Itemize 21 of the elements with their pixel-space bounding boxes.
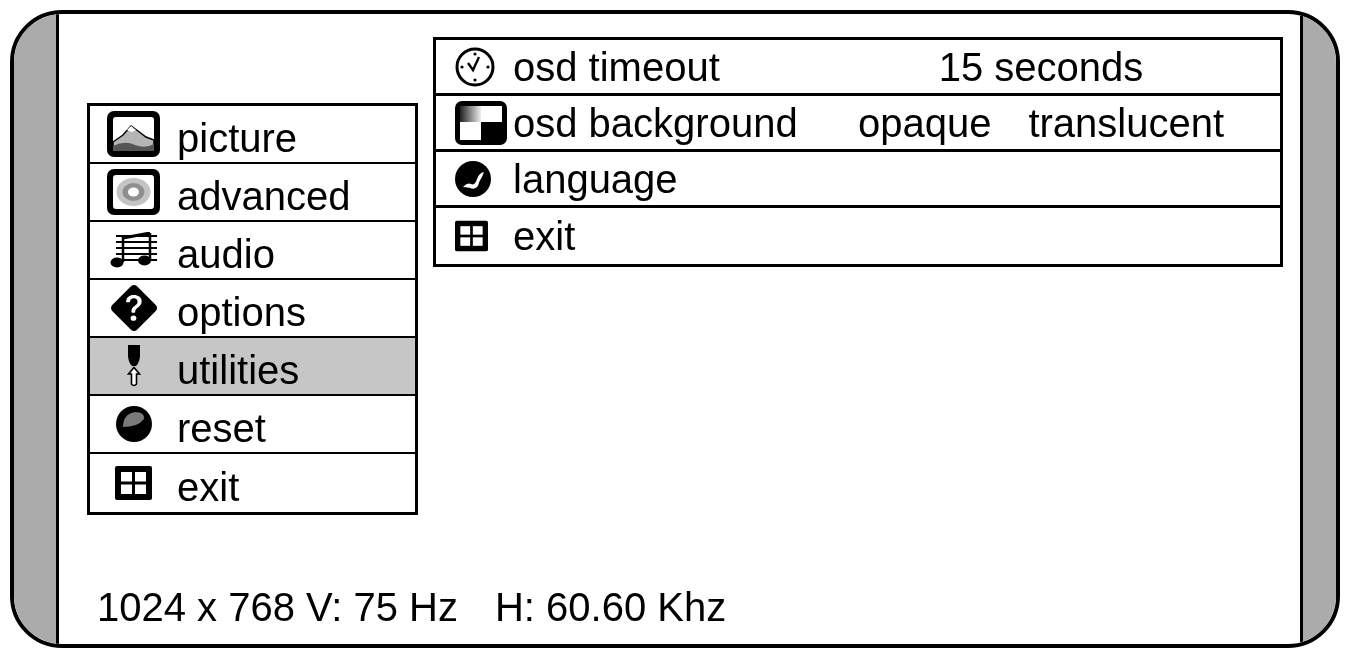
- status-text: 1024 x 768 V: 75 Hz: [97, 587, 458, 627]
- music-notes-icon: [110, 232, 157, 268]
- status-text: H: 60.60 Khz: [495, 587, 727, 627]
- menu-item[interactable]: utilities: [90, 338, 415, 396]
- submenu-item[interactable]: osd background: [436, 96, 853, 149]
- setting-value[interactable]: opaque: [857, 102, 992, 143]
- four-squares-icon: [455, 219, 488, 253]
- mountain-picture-icon: [107, 111, 160, 157]
- four-squares-icon: [115, 466, 152, 500]
- split-screen-icon: [455, 100, 507, 145]
- pin-icon: [125, 345, 142, 387]
- submenu-item[interactable]: exit: [436, 208, 853, 264]
- clock-icon: [455, 46, 495, 87]
- sphere-icon: [115, 406, 152, 442]
- submenu-item[interactable]: language: [436, 152, 853, 205]
- concentric-rings-icon: [107, 169, 160, 215]
- setting-value[interactable]: translucent: [1028, 102, 1225, 143]
- question-diamond-icon: [110, 285, 157, 331]
- swirl-circle-icon: [455, 160, 491, 197]
- setting-value[interactable]: 15 seconds: [938, 46, 1144, 87]
- submenu-item[interactable]: osd timeout: [436, 40, 853, 93]
